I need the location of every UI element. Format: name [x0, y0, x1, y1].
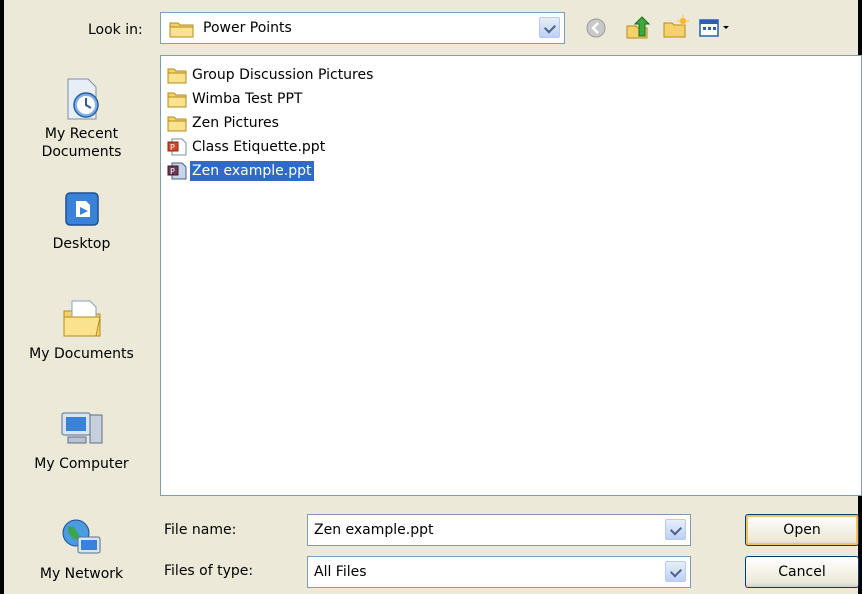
file-name: Zen example.ppt	[190, 161, 314, 181]
back-icon[interactable]	[583, 14, 611, 42]
place-my-network[interactable]: My Network	[16, 515, 147, 583]
list-item[interactable]: Zen Pictures	[167, 112, 281, 134]
file-name: Class Etiquette.ppt	[192, 139, 326, 155]
place-my-documents[interactable]: My Documents	[16, 295, 147, 363]
up-one-level-icon[interactable]	[623, 14, 651, 42]
file-type-dropdown[interactable]: All Files	[307, 556, 691, 588]
file-name-value: Zen example.ppt	[314, 522, 434, 538]
place-label: My Documents	[29, 346, 134, 362]
svg-text:P: P	[170, 143, 175, 152]
folder-icon	[169, 22, 194, 38]
views-menu-icon[interactable]	[697, 14, 737, 42]
file-name: Wimba Test PPT	[192, 91, 303, 107]
list-item-selected[interactable]: P Zen example.ppt	[167, 160, 314, 182]
svg-text:P: P	[170, 167, 175, 176]
file-name-label: File name:	[164, 522, 237, 538]
places-bar: My Recent Documents Desktop My Documents …	[16, 55, 147, 594]
my-documents-icon	[63, 300, 101, 337]
place-label: My Network	[39, 566, 124, 582]
place-desktop[interactable]: Desktop	[16, 185, 147, 253]
chevron-down-icon[interactable]	[665, 519, 686, 540]
powerpoint-file-icon: P	[167, 162, 187, 180]
look-in-value: Power Points	[203, 20, 292, 36]
cancel-button[interactable]: Cancel	[745, 556, 859, 588]
desktop-icon	[64, 192, 99, 226]
folder-icon	[167, 116, 187, 132]
list-item[interactable]: P Class Etiquette.ppt	[167, 136, 327, 158]
chevron-down-icon[interactable]	[539, 17, 560, 38]
file-name: Zen Pictures	[192, 115, 279, 131]
recent-documents-icon	[67, 78, 99, 120]
file-type-label: Files of type:	[164, 563, 254, 579]
place-my-computer[interactable]: My Computer	[16, 405, 147, 473]
window-frame-left	[0, 0, 4, 594]
place-my-recent-documents[interactable]: My Recent Documents	[16, 75, 147, 161]
place-label: Desktop	[52, 236, 111, 252]
file-list[interactable]: Group Discussion Pictures Wimba Test PPT…	[160, 55, 862, 496]
look-in-label: Look in:	[88, 22, 143, 38]
powerpoint-file-icon: P	[167, 138, 187, 156]
my-network-icon	[62, 519, 100, 554]
file-name: Group Discussion Pictures	[192, 67, 374, 83]
list-item[interactable]: Wimba Test PPT	[167, 88, 304, 110]
look-in-dropdown[interactable]: Power Points	[160, 12, 565, 44]
file-type-value: All Files	[314, 564, 367, 580]
place-label: My Recent Documents	[41, 126, 122, 160]
new-folder-icon[interactable]	[661, 14, 689, 42]
place-label: My Computer	[34, 456, 129, 472]
chevron-down-icon[interactable]	[665, 561, 686, 582]
list-item[interactable]: Group Discussion Pictures	[167, 64, 375, 86]
folder-icon	[167, 92, 187, 108]
folder-icon	[167, 68, 187, 84]
my-computer-icon	[61, 412, 102, 444]
file-name-input[interactable]: Zen example.ppt	[307, 514, 691, 546]
open-button[interactable]: Open	[745, 514, 859, 546]
